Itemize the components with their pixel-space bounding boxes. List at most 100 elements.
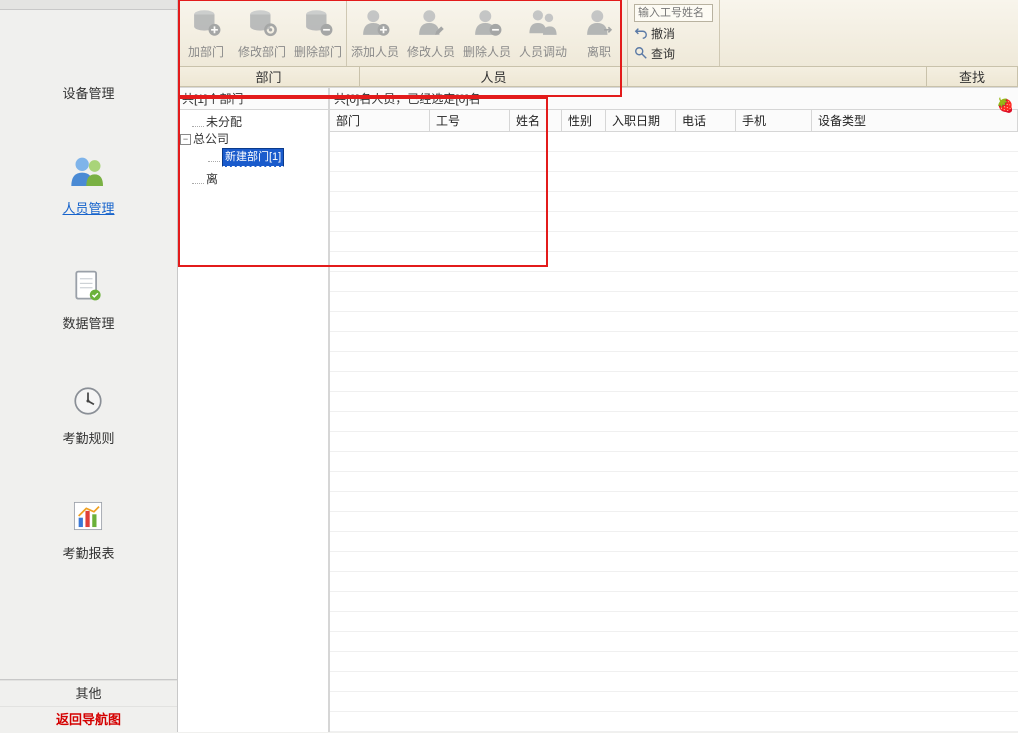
table-row[interactable] — [330, 432, 1018, 452]
sidebar-item-label: 数据管理 — [62, 313, 114, 332]
col-name[interactable]: 姓名 — [510, 110, 562, 131]
nav-back-button[interactable]: 返回导航图 — [0, 706, 177, 732]
toolbar: 加部门 修改部门 删除部门 — [178, 0, 1018, 67]
tree-node-root[interactable]: − 总公司 — [180, 131, 326, 148]
table-body — [330, 132, 1018, 732]
tree-node-new[interactable]: 新建部门[1] — [180, 148, 326, 167]
people-icon — [68, 152, 108, 190]
search-input[interactable] — [634, 4, 713, 22]
bar-chart-icon — [68, 497, 108, 535]
table-row[interactable] — [330, 632, 1018, 652]
sidebar-header — [0, 0, 177, 10]
table-header: 部门 工号 姓名 性别 入职日期 电话 手机 设备类型 — [330, 110, 1018, 132]
table-row[interactable] — [330, 172, 1018, 192]
table-row[interactable] — [330, 532, 1018, 552]
tab-person[interactable]: 人员 — [360, 67, 628, 86]
list-pane: 共[0]名人员，已经选定[0]名 部门 工号 姓名 性别 入职日期 电话 手机 … — [330, 88, 1018, 732]
table-row[interactable] — [330, 312, 1018, 332]
sidebar-item-device[interactable]: 设备管理 — [62, 83, 114, 102]
table-row[interactable] — [330, 472, 1018, 492]
toolbar-label: 撤消 — [651, 25, 675, 42]
document-icon — [68, 267, 108, 305]
table-row[interactable] — [330, 392, 1018, 412]
sidebar-item-report[interactable]: 考勤报表 — [62, 497, 114, 562]
col-dept[interactable]: 部门 — [330, 110, 430, 131]
add-person-button[interactable]: 添加人员 — [347, 2, 403, 64]
tab-dept[interactable]: 部门 — [178, 67, 360, 86]
toolbar-label: 添加人员 — [351, 43, 399, 60]
sidebar-items: 设备管理 人员管理 — [0, 10, 177, 679]
tree-line-icon — [192, 176, 204, 184]
tree-node-leave[interactable]: 离 — [180, 171, 326, 188]
toolbar-label: 删除部门 — [294, 43, 342, 60]
toolbar-search-panel: 撤消 查询 — [628, 0, 720, 66]
undo-icon — [634, 26, 648, 40]
database-gear-icon — [244, 5, 280, 41]
table-row[interactable] — [330, 552, 1018, 572]
delete-dept-button[interactable]: 删除部门 — [290, 2, 346, 64]
tree-pane: 共[1]个部门 未分配 − 总公司 新建部门[1] — [178, 88, 330, 732]
tab-find[interactable]: 查找 — [926, 67, 1018, 86]
table-row[interactable] — [330, 412, 1018, 432]
toolbar-label: 人员调动 — [519, 43, 567, 60]
toolbar-label: 修改部门 — [238, 43, 286, 60]
table-row[interactable] — [330, 492, 1018, 512]
table-row[interactable] — [330, 352, 1018, 372]
table-row[interactable] — [330, 612, 1018, 632]
table-row[interactable] — [330, 592, 1018, 612]
person-edit-icon — [413, 5, 449, 41]
table-row[interactable] — [330, 452, 1018, 472]
table-row[interactable] — [330, 372, 1018, 392]
sub-tabs: 部门 人员 查找 — [178, 67, 1018, 87]
delete-person-button[interactable]: 删除人员 — [459, 2, 515, 64]
sidebar-item-data[interactable]: 数据管理 — [62, 267, 114, 332]
app-root: 设备管理 人员管理 — [0, 0, 1018, 732]
sidebar-bottom: 其他 返回导航图 — [0, 679, 177, 732]
content: 共[1]个部门 未分配 − 总公司 新建部门[1] — [178, 87, 1018, 732]
edit-dept-button[interactable]: 修改部门 — [234, 2, 290, 64]
table-row[interactable] — [330, 192, 1018, 212]
col-phone[interactable]: 电话 — [676, 110, 736, 131]
table-row[interactable] — [330, 332, 1018, 352]
collapse-icon[interactable]: − — [180, 134, 191, 145]
table-row[interactable] — [330, 132, 1018, 152]
toolbar-label: 离职 — [587, 43, 611, 60]
table-row[interactable] — [330, 292, 1018, 312]
table-row[interactable] — [330, 512, 1018, 532]
table-row[interactable] — [330, 252, 1018, 272]
edit-person-button[interactable]: 修改人员 — [403, 2, 459, 64]
table-row[interactable] — [330, 272, 1018, 292]
move-person-button[interactable]: 人员调动 — [515, 2, 571, 64]
tree-line-icon — [192, 119, 204, 127]
col-empno[interactable]: 工号 — [430, 110, 510, 131]
revoke-button[interactable]: 撤消 — [634, 24, 713, 42]
table-row[interactable] — [330, 572, 1018, 592]
col-devicetype[interactable]: 设备类型 — [812, 110, 1018, 131]
col-hiredate[interactable]: 入职日期 — [606, 110, 676, 131]
table-row[interactable] — [330, 692, 1018, 712]
person-minus-icon — [469, 5, 505, 41]
tree-node-unassigned[interactable]: 未分配 — [180, 114, 326, 131]
tree-label: 离 — [206, 171, 218, 188]
leave-person-button[interactable]: 离职 — [571, 2, 627, 64]
person-leave-icon — [581, 5, 617, 41]
query-button[interactable]: 查询 — [634, 44, 713, 62]
table-row[interactable] — [330, 652, 1018, 672]
table-row[interactable] — [330, 212, 1018, 232]
person-swap-icon — [525, 5, 561, 41]
col-gender[interactable]: 性别 — [562, 110, 606, 131]
toolbar-label: 删除人员 — [463, 43, 511, 60]
dept-tree: 未分配 − 总公司 新建部门[1] 离 — [178, 110, 328, 192]
sidebar-item-rules[interactable]: 考勤规则 — [62, 382, 114, 447]
sidebar-item-other[interactable]: 其他 — [0, 680, 177, 706]
strawberry-icon: 🍓 — [997, 97, 1014, 114]
table-row[interactable] — [330, 152, 1018, 172]
sidebar-item-personnel[interactable]: 人员管理 — [62, 152, 114, 217]
database-minus-icon — [300, 5, 336, 41]
col-mobile[interactable]: 手机 — [736, 110, 812, 131]
table-row[interactable] — [330, 712, 1018, 732]
tree-label-editing[interactable]: 新建部门[1] — [222, 148, 284, 167]
table-row[interactable] — [330, 672, 1018, 692]
add-dept-button[interactable]: 加部门 — [178, 2, 234, 64]
table-row[interactable] — [330, 232, 1018, 252]
